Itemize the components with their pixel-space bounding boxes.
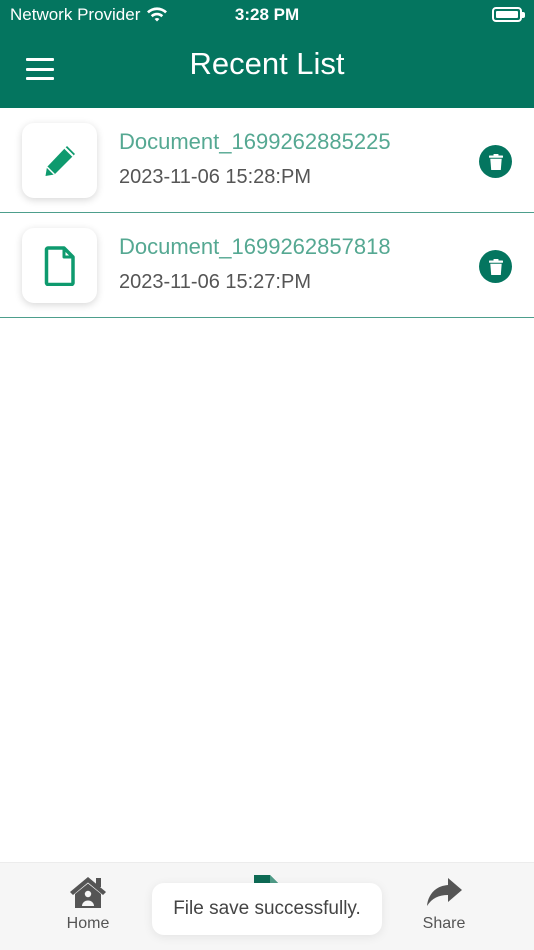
trash-icon [488,153,503,170]
file-icon [44,245,75,286]
document-thumbnail [22,123,97,198]
share-arrow-icon [427,878,462,906]
battery-icon [492,7,525,22]
list-item[interactable]: Document_1699262885225 2023-11-06 15:28:… [0,108,534,213]
tab-home-label: Home [66,915,110,932]
tab-share[interactable]: Share [394,875,494,933]
status-time: 3:28 PM [234,5,300,24]
tab-home[interactable]: Home [38,875,138,933]
document-date: 2023-11-06 15:27:PM [119,271,311,293]
document-date: 2023-11-06 15:28:PM [119,166,311,188]
pen-icon [45,145,75,176]
status-bar: Network Provider 3:28 PM [0,0,534,32]
recent-document-list: Document_1699262885225 2023-11-06 15:28:… [0,108,534,318]
home-icon [70,877,106,908]
delete-button[interactable] [479,250,512,283]
tab-share-label: Share [422,915,466,932]
delete-button[interactable] [479,145,512,178]
trash-icon [488,258,503,275]
document-name[interactable]: Document_1699262857818 [119,234,391,260]
app-header: Network Provider 3:28 PM Recent List [0,0,534,108]
document-thumbnail [22,228,97,303]
toast-message: File save successfully. [152,883,382,935]
document-name[interactable]: Document_1699262885225 [119,129,391,155]
page-title: Recent List [189,46,345,81]
list-item[interactable]: Document_1699262857818 2023-11-06 15:27:… [0,213,534,318]
